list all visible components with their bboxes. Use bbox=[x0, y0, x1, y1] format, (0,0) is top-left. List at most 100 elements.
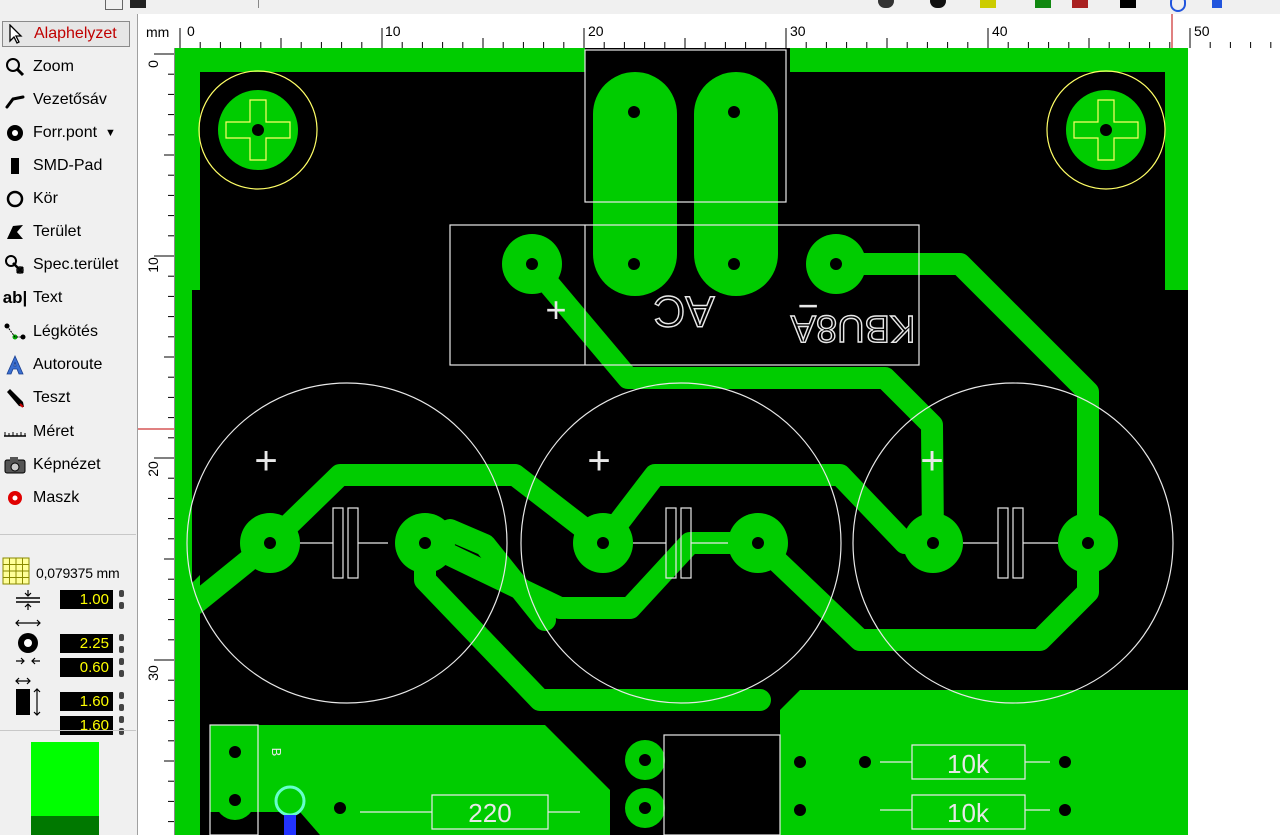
pad-inner-spinner[interactable] bbox=[119, 658, 126, 677]
track-line-icon bbox=[2, 87, 28, 113]
horizontal-ruler: 0 10 20 30 40 50 bbox=[138, 14, 1280, 49]
smd-width-field[interactable]: 1.60 bbox=[60, 692, 113, 711]
toolbar-button[interactable] bbox=[130, 0, 146, 8]
toolbar-button[interactable] bbox=[1170, 0, 1186, 12]
pad-inner-diameter-field[interactable]: 0.60 bbox=[60, 658, 113, 677]
ruler-label: 40 bbox=[992, 23, 1008, 39]
cursor-arrow-icon bbox=[3, 21, 29, 47]
tool-sidebar: Alaphelyzet Zoom Vezetősáv Forr.pont ▼ S… bbox=[0, 14, 138, 835]
grid-setting[interactable]: 0,079375 mm bbox=[2, 557, 136, 589]
top-toolbar bbox=[0, 0, 1280, 15]
ruler-label: 50 bbox=[1194, 23, 1210, 39]
plus-mark: + bbox=[545, 289, 566, 330]
toolbar-button[interactable] bbox=[1072, 0, 1088, 8]
connector-mark: B bbox=[269, 748, 284, 757]
selected-pad bbox=[274, 785, 306, 817]
ruler-label: 20 bbox=[588, 23, 604, 39]
tool-alaphelyzet[interactable]: Alaphelyzet bbox=[2, 21, 130, 47]
pad-outer-diameter-field[interactable]: 2.25 bbox=[60, 634, 113, 653]
ac-label: AC bbox=[653, 286, 714, 335]
cap-plus-mark: + bbox=[254, 439, 277, 483]
ruler-label: 10 bbox=[385, 23, 401, 39]
tool-label: Text bbox=[33, 289, 63, 306]
off-board-area bbox=[1188, 48, 1280, 835]
tool-teszt[interactable]: Teszt bbox=[2, 385, 130, 411]
smd-width-spinner[interactable] bbox=[119, 692, 126, 711]
resistor-label: 220 bbox=[468, 798, 511, 828]
ruler-label: 30 bbox=[790, 23, 806, 39]
toolbar-button[interactable] bbox=[930, 0, 946, 8]
minus-mark: − bbox=[797, 285, 818, 326]
tool-text[interactable]: ab| Text bbox=[2, 285, 130, 311]
text-ab-icon: ab| bbox=[2, 288, 28, 307]
mask-red-dot-icon bbox=[2, 485, 28, 511]
toolbar-button[interactable] bbox=[105, 0, 123, 10]
ruler-label: 10 bbox=[145, 257, 161, 273]
track-width-spinner[interactable] bbox=[119, 590, 126, 609]
toolbar-button[interactable] bbox=[1212, 0, 1222, 8]
vertical-ruler: 0 10 20 30 bbox=[138, 48, 175, 835]
pcb-canvas[interactable]: KBU8A AC + − + + + 220 10k 10k B bbox=[175, 48, 1188, 835]
pad-outer-spinner[interactable] bbox=[119, 634, 126, 653]
tool-terulet[interactable]: Terület bbox=[2, 219, 130, 245]
cap-plus-mark: + bbox=[920, 439, 943, 483]
toolbar-button[interactable] bbox=[878, 0, 894, 8]
toolbar-button[interactable] bbox=[980, 0, 996, 8]
tool-zoom[interactable]: Zoom bbox=[2, 54, 130, 80]
copper-tracks bbox=[175, 253, 1099, 711]
resistor-label: 10k bbox=[947, 749, 990, 779]
probe-pen-icon bbox=[2, 385, 28, 411]
tool-label: Terület bbox=[33, 223, 82, 240]
tool-smd-pad[interactable]: SMD-Pad bbox=[2, 153, 130, 179]
airwire-icon bbox=[2, 319, 28, 345]
divider bbox=[0, 730, 136, 731]
solder-pad-icon bbox=[2, 120, 28, 146]
ruler-label: 0 bbox=[187, 23, 195, 39]
tool-maszk[interactable]: Maszk bbox=[2, 485, 130, 511]
ruler-unit-label: mm bbox=[146, 24, 170, 40]
tool-label: Zoom bbox=[33, 58, 74, 75]
toolbar-separator bbox=[258, 0, 261, 8]
smd-height-spinner[interactable] bbox=[119, 716, 126, 735]
smd-size-icon bbox=[10, 677, 46, 721]
tool-kepnezet[interactable]: Képnézet bbox=[2, 452, 130, 478]
tool-label: Forr.pont bbox=[33, 124, 98, 141]
ruler-label: 30 bbox=[145, 665, 161, 681]
toolbar-button[interactable] bbox=[1035, 0, 1051, 8]
resistor-label: 10k bbox=[947, 798, 990, 828]
tool-vezetosav[interactable]: Vezetősáv bbox=[2, 87, 130, 113]
copper-area bbox=[210, 725, 610, 835]
circle-icon bbox=[2, 186, 28, 212]
track bbox=[259, 464, 944, 554]
tool-label: Képnézet bbox=[33, 456, 101, 473]
track-width-field[interactable]: 1.00 bbox=[60, 590, 113, 609]
area-polygon-icon bbox=[2, 219, 28, 245]
tool-label: Kör bbox=[33, 190, 58, 207]
copper-ground-frame bbox=[175, 48, 192, 835]
tool-legkotes[interactable]: Légkötés bbox=[2, 319, 130, 345]
tool-label: Vezetősáv bbox=[33, 91, 107, 108]
tool-label: Autoroute bbox=[33, 356, 103, 373]
tool-forrpont[interactable]: Forr.pont ▼ bbox=[2, 120, 130, 146]
ruler-label: 20 bbox=[145, 461, 161, 477]
layer-color-swatch-bottom[interactable] bbox=[31, 816, 99, 835]
pad-size-icon bbox=[10, 619, 46, 665]
mounting-holes bbox=[198, 70, 1166, 190]
track-width-icon bbox=[10, 590, 46, 610]
smd-pad-icon bbox=[2, 153, 28, 179]
grid-icon bbox=[2, 557, 30, 589]
cap-plus-mark: + bbox=[587, 439, 610, 483]
tool-autoroute[interactable]: Autoroute bbox=[2, 352, 130, 378]
tool-kor[interactable]: Kör bbox=[2, 186, 130, 212]
smd-height-field[interactable]: 1.60 bbox=[60, 716, 113, 735]
toolbar-button[interactable] bbox=[1120, 0, 1136, 8]
tool-spec-terulet[interactable]: Spec.terület bbox=[2, 252, 130, 278]
tool-meret[interactable]: Méret bbox=[2, 419, 130, 445]
autoroute-a-icon bbox=[2, 352, 28, 378]
dimension-ruler-icon bbox=[2, 419, 28, 445]
dropdown-arrow-icon[interactable]: ▼ bbox=[105, 127, 116, 139]
tool-label: Spec.terület bbox=[33, 256, 119, 273]
divider bbox=[0, 534, 136, 535]
tool-label: Légkötés bbox=[33, 323, 98, 340]
tool-label: SMD-Pad bbox=[33, 157, 103, 174]
